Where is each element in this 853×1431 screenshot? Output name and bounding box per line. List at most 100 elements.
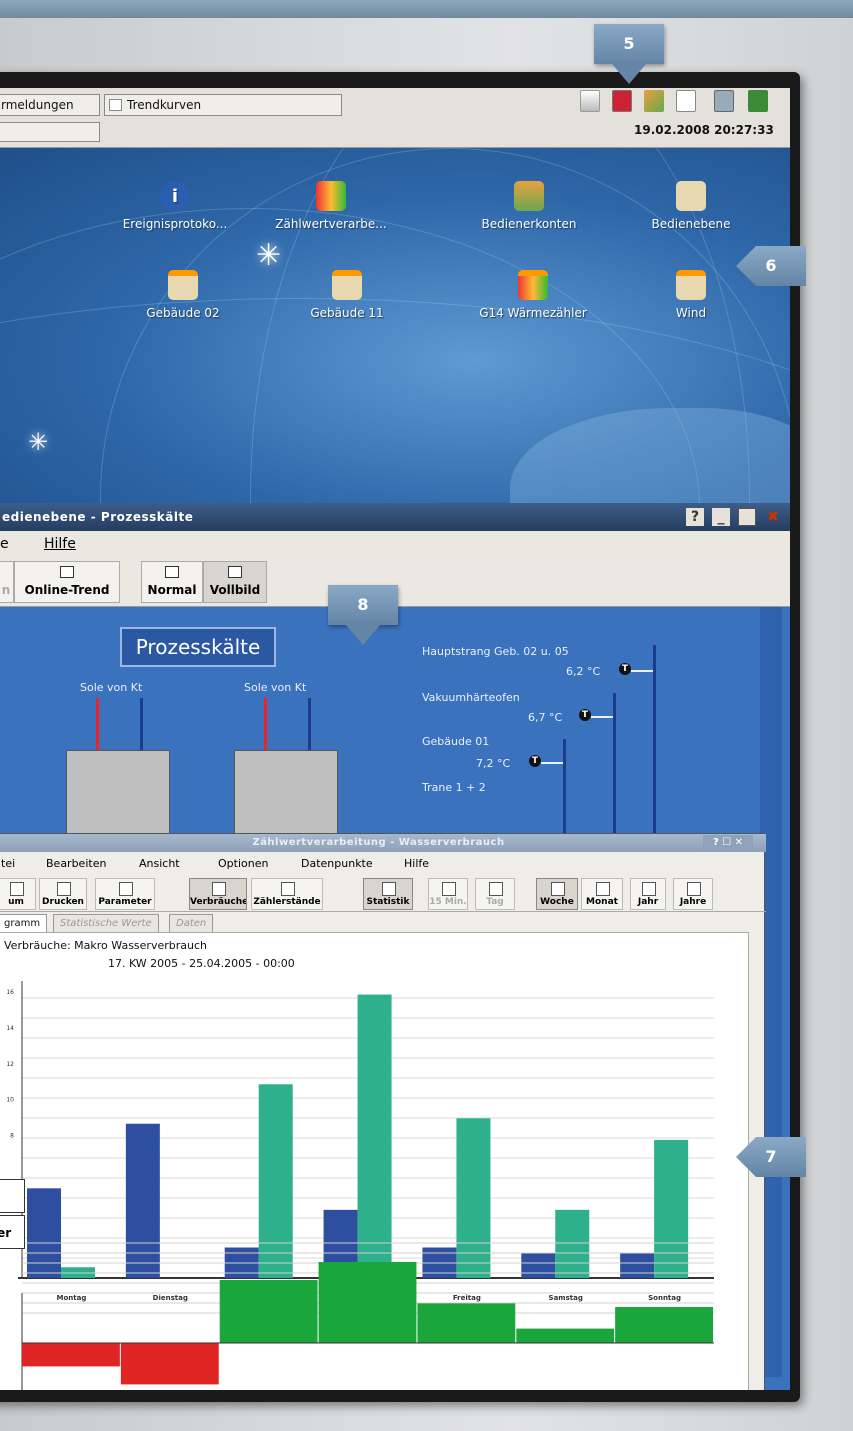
bar bbox=[521, 1252, 556, 1278]
window-icon bbox=[228, 566, 242, 578]
statistik-button[interactable]: Statistik bbox=[363, 878, 413, 910]
parameter-button[interactable]: Parameter bbox=[95, 878, 155, 910]
desktop-icon-bedienerkonten[interactable]: Bedienerkonten bbox=[464, 181, 594, 231]
monat-button[interactable]: Monat bbox=[581, 878, 623, 910]
toolbar-button[interactable]: n bbox=[0, 561, 14, 603]
toolbar-label: Vollbild bbox=[209, 583, 261, 597]
return-pipe bbox=[140, 698, 143, 750]
temperature-sensor-icon[interactable]: T bbox=[529, 755, 541, 767]
trane-label: Trane 1 + 2 bbox=[422, 781, 486, 794]
zaehlerstaende-button[interactable]: Zählerstände bbox=[251, 878, 323, 910]
users-icon[interactable] bbox=[644, 90, 664, 112]
x-tick-label: Samstag bbox=[549, 1294, 583, 1302]
taskbar-field[interactable] bbox=[0, 122, 100, 142]
maximize-icon[interactable] bbox=[738, 508, 756, 526]
process-title-button[interactable]: Prozesskälte bbox=[120, 627, 276, 667]
taskbar-tab-trendkurven[interactable]: Trendkurven bbox=[104, 94, 342, 116]
callout-5: 5 bbox=[594, 24, 664, 84]
legend-item[interactable] bbox=[0, 1179, 25, 1213]
tab-statistische-werte[interactable]: Statistische Werte bbox=[53, 914, 159, 932]
menu-optionen[interactable]: Optionen bbox=[218, 852, 268, 876]
sparkle: ✳ bbox=[28, 428, 49, 456]
chart-area: Verbräuche: Makro Wasserverbrauch 17. KW… bbox=[0, 932, 749, 1390]
sole-label: Sole von Kt bbox=[80, 681, 143, 694]
desktop-icon-label: Gebäude 11 bbox=[310, 306, 384, 320]
y-tick-label: 16 bbox=[6, 989, 14, 996]
close-icon[interactable]: ✖ bbox=[764, 508, 782, 526]
desktop-icon-zaehlwertverarbeitung[interactable]: Zählwertverarbe... bbox=[266, 181, 396, 231]
tag-button[interactable]: Tag bbox=[475, 878, 515, 910]
toolbar-button[interactable]: um bbox=[0, 878, 36, 910]
desktop-icon-wind[interactable]: Wind bbox=[626, 270, 756, 320]
desktop-icon-bedienebene[interactable]: Bedienebene bbox=[626, 181, 756, 231]
lower-bar bbox=[318, 1262, 417, 1343]
legend-item[interactable]: ler bbox=[0, 1215, 25, 1249]
verbraeuche-button[interactable]: Verbräuche bbox=[189, 878, 247, 910]
desktop-icon-ereignisprotokoll[interactable]: i Ereignisprotoko... bbox=[110, 181, 240, 231]
window-controls[interactable]: ? ☐ ✕ bbox=[703, 835, 753, 851]
temperature-sensor-icon[interactable]: T bbox=[619, 663, 631, 675]
temperature-sensor-icon[interactable]: T bbox=[579, 709, 591, 721]
pipe bbox=[541, 762, 563, 764]
menu-hilfe[interactable]: Hilfe bbox=[404, 852, 429, 876]
toolbar-label: n bbox=[1, 583, 11, 597]
desktop-icon-label: G14 Wärmezähler bbox=[479, 306, 587, 320]
info-icon: i bbox=[160, 181, 190, 211]
alarm-icon[interactable] bbox=[612, 90, 632, 112]
chart-icon bbox=[518, 270, 548, 300]
gebaeude-label: Gebäude 01 bbox=[422, 735, 490, 748]
trend-icon bbox=[60, 566, 74, 578]
document-icon[interactable] bbox=[676, 90, 696, 112]
jahre-button[interactable]: Jahre bbox=[673, 878, 713, 910]
zaehlwert-window: Zählwertverarbeitung - Wasserverbrauch ?… bbox=[0, 833, 766, 1390]
online-trend-button[interactable]: Online-Trend bbox=[14, 561, 120, 603]
minimize-icon[interactable]: _ bbox=[712, 508, 730, 526]
menu-help[interactable]: Hilfe bbox=[44, 531, 76, 557]
users-icon bbox=[514, 181, 544, 211]
taskbar-tab-meldungen[interactable]: rmeldungen bbox=[0, 94, 100, 116]
menu-datei[interactable]: tei bbox=[1, 852, 15, 876]
jahr-button[interactable]: Jahr bbox=[630, 878, 666, 910]
lower-bar bbox=[516, 1328, 615, 1343]
lower-bar bbox=[120, 1343, 219, 1385]
hand-icon bbox=[676, 181, 706, 211]
bar-chart: 161412108MontagDienstagMittwochDonnersta… bbox=[6, 981, 714, 1390]
menu-bearbeiten[interactable]: Bearbeiten bbox=[46, 852, 106, 876]
bar bbox=[620, 1252, 655, 1278]
desktop-icon-label: Bedienebene bbox=[651, 217, 731, 231]
15min-button[interactable]: 15 Min. bbox=[428, 878, 468, 910]
monitor-icon[interactable] bbox=[748, 90, 768, 112]
desktop-icon-gebaeude-02[interactable]: Gebäude 02 bbox=[118, 270, 248, 320]
menu-ansicht[interactable]: Ansicht bbox=[139, 852, 180, 876]
desktop-icon-label: Gebäude 02 bbox=[146, 306, 220, 320]
x-tick-label: Freitag bbox=[453, 1294, 481, 1302]
help-icon[interactable]: ? bbox=[686, 508, 704, 526]
printer-icon[interactable] bbox=[580, 90, 600, 112]
bar bbox=[27, 1188, 61, 1278]
bar bbox=[125, 1123, 160, 1278]
bar bbox=[258, 1084, 293, 1278]
vollbild-button[interactable]: Vollbild bbox=[203, 561, 267, 603]
desktop-icon-label: Zählwertverarbe... bbox=[275, 217, 387, 231]
tab-daten[interactable]: Daten bbox=[169, 914, 214, 932]
lower-bar bbox=[219, 1280, 318, 1343]
woche-button[interactable]: Woche bbox=[536, 878, 578, 910]
menu-datenpunkte[interactable]: Datenpunkte bbox=[301, 852, 373, 876]
normal-button[interactable]: Normal bbox=[141, 561, 203, 603]
hand-icon bbox=[168, 270, 198, 300]
menu-item[interactable]: e bbox=[0, 531, 9, 557]
process-menu-bar: e Hilfe bbox=[0, 531, 790, 557]
pipe bbox=[631, 670, 653, 672]
y-tick-label: 10 bbox=[6, 1097, 14, 1104]
hauptstrang-label: Hauptstrang Geb. 02 u. 05 bbox=[422, 645, 569, 658]
bar bbox=[456, 1118, 491, 1278]
desktop-icon-label: Bedienerkonten bbox=[481, 217, 577, 231]
desktop-icon-gebaeude-11[interactable]: Gebäude 11 bbox=[282, 270, 412, 320]
network-icon[interactable] bbox=[714, 90, 734, 112]
print-button[interactable]: Drucken bbox=[39, 878, 87, 910]
desktop-icon-g14-waermezaehler[interactable]: G14 Wärmezähler bbox=[468, 270, 598, 320]
tab-diagramm[interactable]: gramm bbox=[0, 914, 48, 932]
hauptstrang-value: 6,2 °C bbox=[566, 665, 601, 678]
bar bbox=[555, 1209, 590, 1278]
x-tick-label: Sonntag bbox=[648, 1294, 681, 1302]
